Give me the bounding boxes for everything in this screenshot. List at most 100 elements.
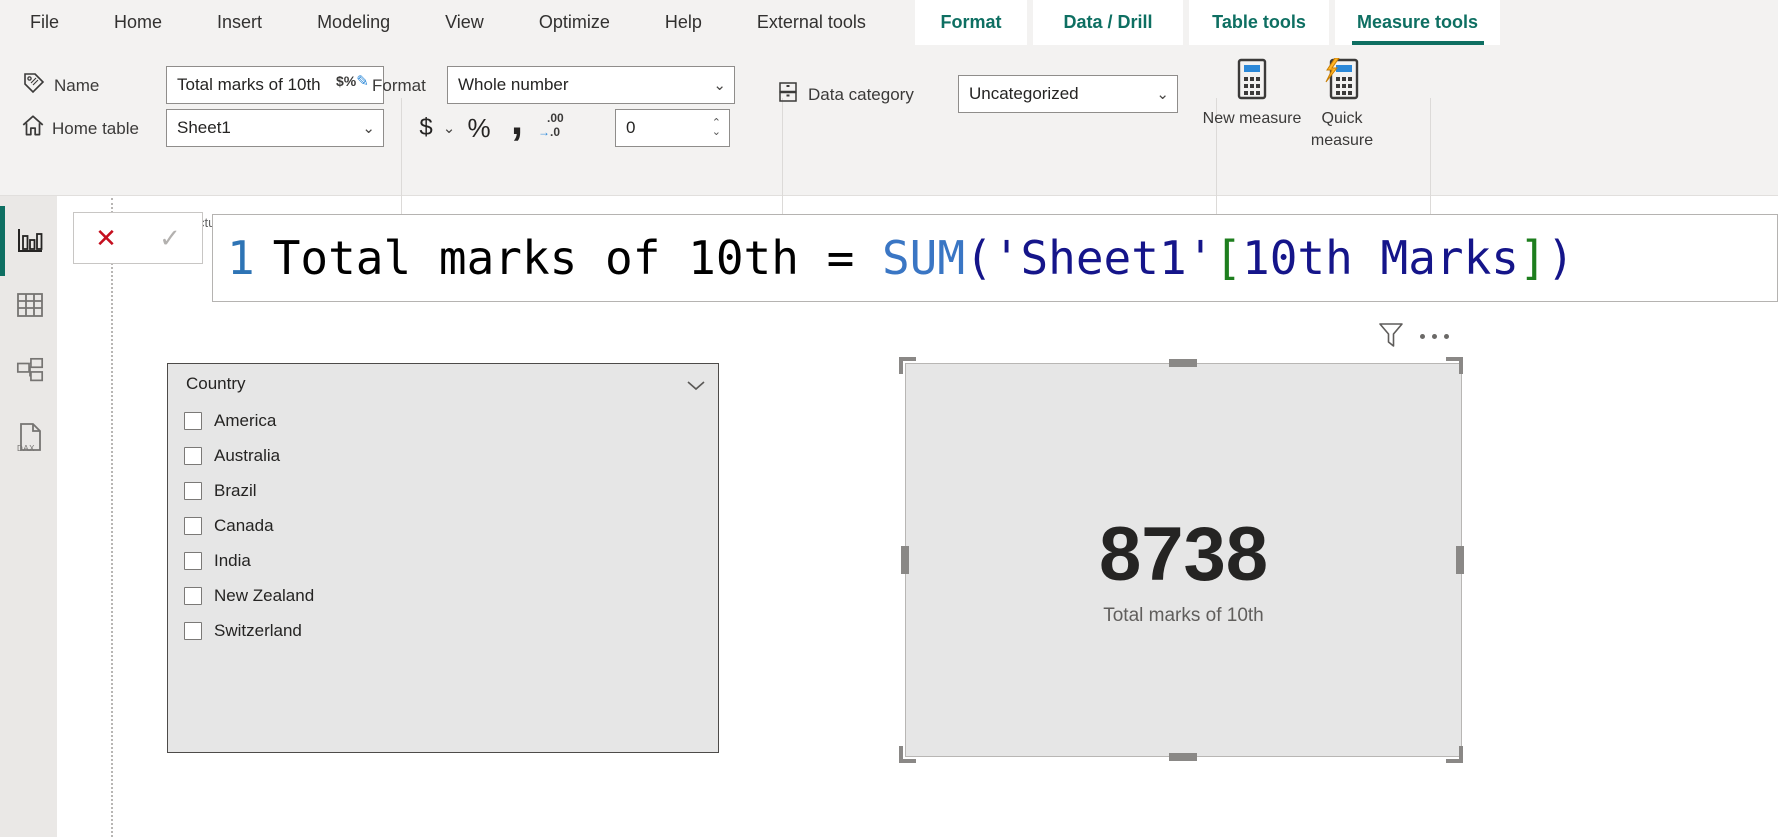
- resize-handle-top-right[interactable]: [1446, 357, 1463, 374]
- menu-view[interactable]: View: [445, 12, 484, 33]
- checkbox[interactable]: [184, 482, 202, 500]
- formula-line-number: 1: [227, 231, 255, 285]
- resize-handle-bottom-left[interactable]: [899, 746, 916, 763]
- menu-optimize[interactable]: Optimize: [539, 12, 610, 33]
- card-label: Total marks of 10th: [1103, 605, 1264, 627]
- model-view-button[interactable]: [15, 354, 45, 388]
- resize-handle-top[interactable]: [1169, 359, 1197, 367]
- tab-measure-tools-label: Measure tools: [1357, 12, 1478, 33]
- checkbox[interactable]: [184, 587, 202, 605]
- data-category-icon: [776, 80, 800, 104]
- resize-handle-bottom[interactable]: [1169, 753, 1197, 761]
- slicer-item-label: Brazil: [214, 481, 257, 501]
- tab-format[interactable]: Format: [915, 0, 1027, 45]
- active-view-indicator: [0, 206, 5, 276]
- chevron-down-icon: ⌄: [1156, 87, 1169, 102]
- new-measure-button[interactable]: New measure: [1202, 58, 1302, 130]
- menu-file[interactable]: File: [30, 12, 59, 33]
- thousands-separator-button[interactable]: ,: [506, 101, 528, 139]
- formula-close-bracket: ]: [1519, 231, 1547, 285]
- decimal-places-value: 0: [626, 118, 635, 138]
- menu-home[interactable]: Home: [114, 12, 162, 33]
- menu-items: File Home Insert Modeling View Optimize …: [30, 0, 866, 45]
- menu-modeling[interactable]: Modeling: [317, 12, 390, 33]
- home-table-icon: [20, 113, 46, 139]
- menu-external-tools[interactable]: External tools: [757, 12, 866, 33]
- tab-measure-tools[interactable]: Measure tools: [1335, 0, 1500, 45]
- report-view-button[interactable]: [15, 224, 45, 258]
- name-field-label: Name: [54, 76, 99, 96]
- slicer-item-label: America: [214, 411, 276, 431]
- dax-icon-text: DAX: [17, 444, 35, 453]
- slicer-item-australia[interactable]: Australia: [184, 444, 280, 468]
- formula-commit-button[interactable]: ✓: [138, 213, 202, 263]
- slicer-title: Country: [186, 374, 246, 394]
- slicer-item-new-zealand[interactable]: New Zealand: [184, 584, 314, 608]
- quick-measure-label: Quick measure: [1292, 108, 1392, 152]
- resize-handle-left[interactable]: [901, 546, 909, 574]
- tab-data-drill[interactable]: Data / Drill: [1033, 0, 1183, 45]
- slicer-item-switzerland[interactable]: Switzerland: [184, 619, 302, 643]
- checkbox[interactable]: [184, 447, 202, 465]
- country-slicer-visual[interactable]: Country America Australia Brazil Canada …: [167, 363, 719, 753]
- new-measure-label: New measure: [1202, 108, 1302, 130]
- commit-check-icon: ✓: [159, 223, 181, 254]
- format-select[interactable]: Whole number ⌄: [447, 66, 735, 104]
- visual-filter-icon[interactable]: [1378, 322, 1404, 350]
- currency-format-button[interactable]: $: [414, 109, 438, 147]
- decimal-places-icon[interactable]: .00 →.0: [538, 111, 578, 139]
- tab-table-tools-label: Table tools: [1212, 12, 1306, 33]
- name-tag-icon: [22, 71, 46, 95]
- home-table-label: Home table: [52, 119, 139, 139]
- menu-insert[interactable]: Insert: [217, 12, 262, 33]
- data-view-button[interactable]: [15, 288, 45, 322]
- format-label: Format: [372, 76, 426, 96]
- resize-handle-top-left[interactable]: [899, 357, 916, 374]
- checkbox[interactable]: [184, 412, 202, 430]
- slicer-item-label: Canada: [214, 516, 274, 536]
- home-table-select[interactable]: Sheet1 ⌄: [166, 109, 384, 147]
- home-table-value: Sheet1: [177, 118, 362, 138]
- slicer-item-label: New Zealand: [214, 586, 314, 606]
- decimal-places-stepper[interactable]: 0 ⌃ ⌄: [615, 109, 730, 147]
- tab-data-drill-label: Data / Drill: [1063, 12, 1152, 33]
- resize-handle-bottom-right[interactable]: [1446, 746, 1463, 763]
- dax-formula-bar[interactable]: 1Total marks of 10th = SUM('Sheet1'[10th…: [212, 214, 1778, 302]
- tab-format-label: Format: [940, 12, 1001, 33]
- quick-measure-button[interactable]: Quick measure: [1292, 58, 1392, 152]
- card-value: 8738: [1099, 517, 1268, 593]
- data-category-select[interactable]: Uncategorized ⌄: [958, 75, 1178, 113]
- checkbox[interactable]: [184, 517, 202, 535]
- data-category-label: Data category: [808, 85, 914, 105]
- calculator-icon: [1235, 58, 1269, 100]
- model-diagram-icon: [15, 355, 45, 387]
- menu-bar: File Home Insert Modeling View Optimize …: [0, 0, 1778, 45]
- format-value: Whole number: [458, 75, 713, 95]
- card-visual[interactable]: 8738 Total marks of 10th: [905, 363, 1462, 757]
- slicer-item-canada[interactable]: Canada: [184, 514, 274, 538]
- data-category-value: Uncategorized: [969, 84, 1156, 104]
- slicer-item-america[interactable]: America: [184, 409, 276, 433]
- menu-help[interactable]: Help: [665, 12, 702, 33]
- checkbox[interactable]: [184, 622, 202, 640]
- spin-down-icon[interactable]: ⌄: [712, 128, 721, 137]
- slicer-item-label: Switzerland: [214, 621, 302, 641]
- slicer-item-brazil[interactable]: Brazil: [184, 479, 257, 503]
- slicer-collapse-chevron-icon[interactable]: [686, 380, 706, 391]
- percent-format-button[interactable]: %: [464, 109, 494, 147]
- tab-table-tools[interactable]: Table tools: [1189, 0, 1329, 45]
- checkbox[interactable]: [184, 552, 202, 570]
- canvas-guide-dotted-line: [111, 198, 113, 837]
- bar-chart-icon: [15, 226, 45, 256]
- slicer-item-india[interactable]: India: [184, 549, 251, 573]
- formula-measure-text: Total marks of 10th =: [273, 231, 882, 285]
- formula-cancel-button[interactable]: ✕: [74, 213, 138, 263]
- dax-query-view-button[interactable]: DAX: [15, 420, 45, 454]
- resize-handle-right[interactable]: [1456, 546, 1464, 574]
- contextual-tabs: Format Data / Drill Table tools Measure …: [915, 0, 1500, 45]
- currency-dropdown-chevron[interactable]: ⌄: [441, 109, 457, 147]
- formula-column-ref: 10th Marks: [1242, 231, 1519, 285]
- formula-close-paren: ): [1547, 231, 1575, 285]
- format-currency-pencil-icon: $%✎: [336, 72, 368, 91]
- visual-more-options-button[interactable]: [1420, 334, 1449, 339]
